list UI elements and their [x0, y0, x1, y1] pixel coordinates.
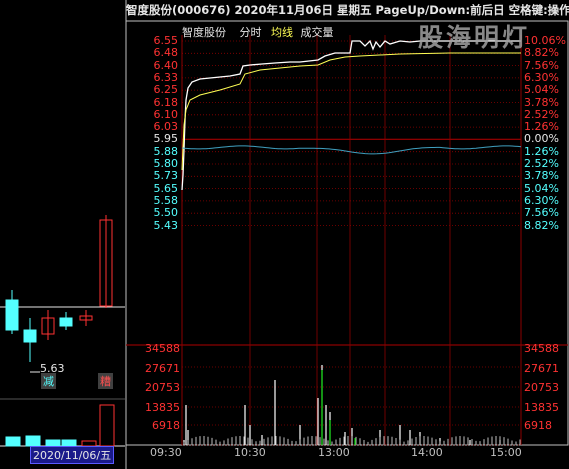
price-tick-label: 5.43 [153, 218, 179, 232]
time-tick-label: 14:00 [411, 446, 443, 459]
pct-tick-label: 5.04% [524, 83, 559, 97]
price-tick-label: 6.55 [153, 34, 179, 47]
kline-volume-bar [25, 435, 41, 447]
tiao-tag[interactable]: 糟 [98, 373, 113, 389]
volume-tick-label: 6918 [152, 419, 180, 432]
pct-tick-label: 7.56% [524, 206, 559, 220]
pct-tick-label: 2.52% [524, 157, 559, 170]
price-tick-label: 5.50 [153, 206, 179, 220]
price-tick-label: 6.25 [153, 83, 179, 97]
pct-tick-label: 6.30% [524, 193, 559, 207]
candle-body [59, 317, 73, 327]
time-tick-label: 13:00 [318, 446, 350, 459]
avg-line-label[interactable]: 均线 [271, 26, 293, 39]
volume-tick-label: 34588 [145, 342, 180, 355]
pct-tick-label: 5.04% [524, 181, 559, 195]
price-tick-label: 5.73 [153, 169, 179, 183]
volume-tick-label: 20753 [145, 381, 180, 394]
stock-name: 智度股份 [182, 26, 226, 39]
price-tick-label: 5.58 [153, 193, 179, 207]
price-tick-label: 6.18 [153, 95, 179, 109]
time-tick-label: 09:30 [150, 446, 182, 459]
kline-volume-bar [5, 436, 21, 447]
pct-tick-label: 0.00% [524, 132, 559, 146]
index-line [181, 145, 522, 155]
jian-tag[interactable]: 减 [41, 373, 56, 389]
pct-tick-label: 10.06% [524, 34, 566, 47]
volume-tick-label: 34588 [524, 342, 559, 355]
pct-tick-label: 7.56% [524, 58, 559, 72]
price-tick-label: 5.88 [153, 144, 179, 158]
pct-tick-label: 1.26% [524, 120, 559, 134]
kline-volume-bar [99, 404, 115, 447]
pct-tick-label: 3.78% [524, 169, 559, 183]
price-tick-label: 6.40 [153, 58, 179, 72]
price-tick-label: 6.10 [153, 107, 179, 121]
price-tick-label: 5.80 [153, 157, 179, 170]
intraday-chart [0, 0, 569, 469]
pct-tick-label: 1.26% [524, 144, 559, 158]
pct-tick-label: 8.82% [524, 46, 559, 60]
date-label: 2020/11/06/五 [30, 446, 115, 464]
volume-tick-label: 27671 [524, 362, 559, 375]
pct-tick-label: 8.82% [524, 218, 559, 232]
title-bar: 智度股份(000676) 2020年11月06日 星期五 PageUp/Down… [126, 3, 569, 17]
pct-tick-label: 2.52% [524, 107, 559, 121]
price-line [181, 39, 521, 191]
volume-tick-label: 6918 [524, 419, 552, 432]
time-tick-label: 15:00 [490, 446, 522, 459]
chart-frame [125, 20, 569, 446]
candle-body [23, 329, 37, 343]
volume-label[interactable]: 成交量 [301, 26, 334, 39]
pct-tick-label: 3.78% [524, 95, 559, 109]
pct-tick-label: 6.30% [524, 70, 559, 84]
price-tick-label: 5.95 [153, 132, 179, 146]
watermark: 股海明灯 [418, 23, 531, 52]
volume-tick-label: 27671 [145, 362, 180, 375]
price-tick-label: 6.03 [153, 120, 179, 134]
mode-label[interactable]: 分时 [240, 26, 262, 39]
volume-tick-label: 20753 [524, 381, 559, 394]
price-tick-label: 6.48 [153, 46, 179, 60]
time-tick-label: 10:30 [234, 446, 266, 459]
price-tick-label: 5.65 [153, 181, 179, 195]
chart-legend: 智度股份 分时 均线 成交量 [182, 24, 334, 40]
price-tick-label: 6.33 [153, 70, 179, 84]
volume-tick-label: 13835 [524, 401, 559, 414]
candle-body [5, 299, 19, 331]
volume-tick-label: 13835 [145, 401, 180, 414]
